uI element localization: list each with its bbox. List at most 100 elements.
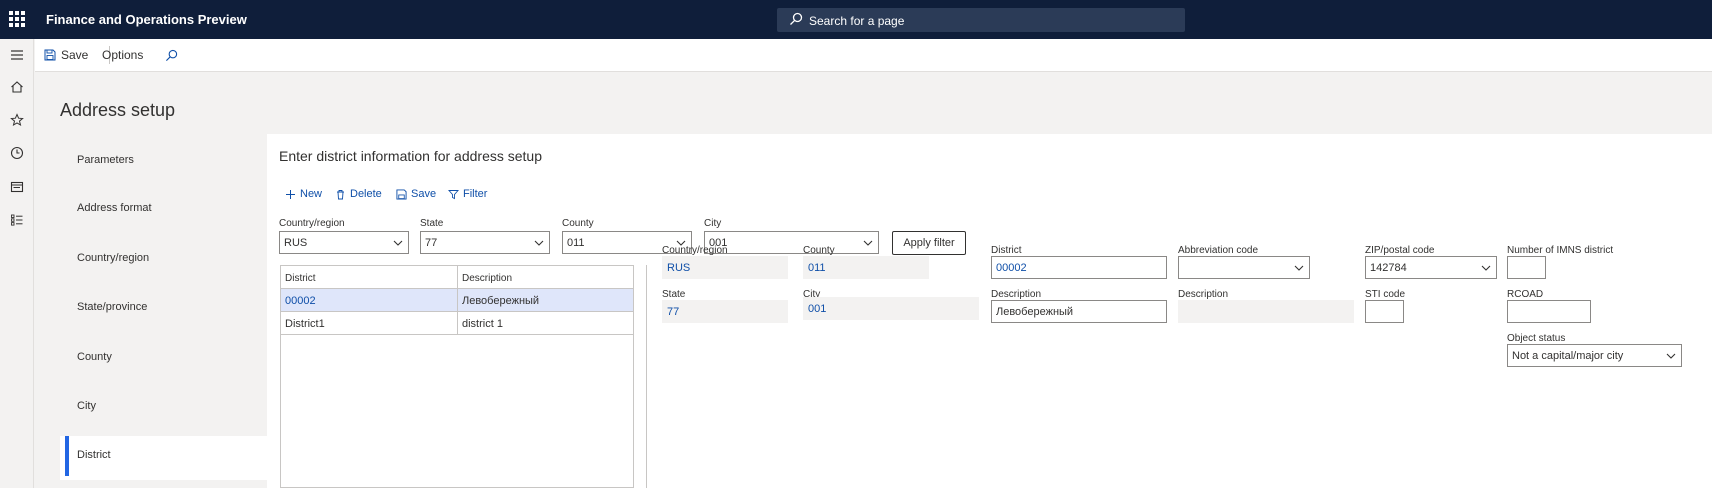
chevron-down-icon — [1666, 353, 1676, 359]
tab-address-format[interactable]: Address format — [77, 202, 152, 214]
tab-city[interactable]: City — [77, 400, 96, 412]
detail-zip-value: 142784 — [1370, 262, 1407, 274]
page-title: Address setup — [60, 100, 176, 120]
row-description: district 1 — [462, 318, 503, 330]
detail-abbreviation-label: Abbreviation code — [1178, 245, 1259, 256]
detail-zip-select[interactable]: 142784 — [1365, 256, 1497, 279]
filter-state-select[interactable]: 77 — [420, 231, 550, 254]
detail-county-value[interactable]: 011 — [808, 262, 826, 274]
column-header-district[interactable]: District — [285, 273, 316, 284]
column-header-description[interactable]: Description — [462, 273, 512, 284]
row-district: 00002 — [285, 295, 316, 307]
content-panel: Enter district information for address s… — [267, 134, 1712, 488]
modules-list-icon[interactable] — [10, 213, 24, 227]
filter-country-value: RUS — [284, 237, 308, 249]
app-launcher-icon[interactable] — [9, 11, 25, 27]
detail-zip-label: ZIP/postal code — [1365, 245, 1435, 256]
new-button[interactable]: New — [285, 186, 322, 202]
tab-parameters[interactable]: Parameters — [77, 154, 134, 166]
detail-description2-field — [1178, 300, 1354, 323]
filter-city-label: City — [704, 218, 722, 229]
recent-clock-icon[interactable] — [10, 146, 24, 160]
detail-district-input[interactable]: 00002 — [991, 256, 1167, 279]
action-search-button[interactable] — [165, 39, 178, 71]
tab-country-region[interactable]: Country/region — [77, 252, 149, 264]
filter-button[interactable]: Filter — [448, 186, 487, 202]
grid-save-label: Save — [411, 188, 437, 200]
search-placeholder: Search for a page — [809, 14, 905, 28]
chevron-down-icon — [1294, 265, 1304, 271]
filter-state-value: 77 — [425, 237, 438, 249]
filter-city-select[interactable]: 001 — [704, 231, 879, 254]
top-bar: Finance and Operations Preview Search fo… — [0, 0, 1712, 39]
new-label: New — [300, 188, 323, 200]
filter-icon — [448, 189, 459, 199]
app-title[interactable]: Finance and Operations Preview — [46, 12, 247, 27]
filter-county-label: County — [562, 218, 594, 229]
column-divider — [457, 266, 458, 335]
detail-country-field: RUS — [662, 256, 788, 279]
filter-county-value: 011 — [567, 237, 585, 249]
detail-imns-label: Number of IMNS district — [1507, 245, 1614, 256]
options-label: Options — [102, 48, 144, 62]
tab-district[interactable]: District — [77, 449, 111, 461]
chevron-down-icon — [393, 240, 403, 246]
save-icon — [44, 49, 56, 61]
plus-icon — [286, 189, 295, 199]
workspaces-icon[interactable] — [10, 180, 24, 194]
chevron-down-icon — [534, 240, 544, 246]
row-description: Левобережный — [462, 295, 540, 307]
filter-label: Filter — [463, 188, 488, 200]
detail-description2-label: Description — [1178, 289, 1229, 300]
tab-county[interactable]: County — [77, 351, 112, 363]
filter-state-label: State — [420, 218, 444, 229]
tab-state-province[interactable]: State/province — [77, 301, 147, 313]
vertical-tab-list: Parameters Address format Country/region… — [60, 134, 267, 488]
options-button[interactable]: Options — [102, 39, 143, 71]
trash-icon — [337, 189, 344, 199]
detail-state-field: 77 — [662, 300, 788, 323]
detail-state-value[interactable]: 77 — [667, 306, 679, 318]
panel-divider — [646, 265, 647, 488]
grid-save-button[interactable]: Save — [396, 186, 436, 202]
detail-imns-input[interactable] — [1507, 256, 1546, 279]
save-icon — [396, 188, 407, 200]
row-district: District1 — [285, 318, 325, 330]
detail-city-value[interactable]: 001 — [808, 303, 826, 315]
detail-district-label: District — [991, 245, 1022, 256]
detail-country-label: Country/region — [662, 245, 728, 256]
chevron-down-icon — [863, 240, 873, 246]
search-box[interactable]: Search for a page — [777, 8, 1185, 32]
save-label: Save — [61, 48, 89, 62]
selected-tab-indicator — [65, 436, 69, 476]
favorites-star-icon[interactable] — [10, 113, 24, 127]
detail-sti-input[interactable] — [1365, 300, 1404, 323]
delete-button[interactable]: Delete — [335, 186, 382, 202]
district-grid: District Description 00002 Левобережный … — [280, 265, 634, 488]
hamburger-icon[interactable] — [10, 48, 24, 62]
detail-county-label: County — [803, 245, 835, 256]
detail-rcoad-input[interactable] — [1507, 300, 1591, 323]
detail-object-status-select[interactable]: Not a capital/major city — [1507, 344, 1682, 367]
chevron-down-icon — [1481, 265, 1491, 271]
search-icon — [165, 49, 178, 61]
filter-country-label: Country/region — [279, 218, 345, 229]
detail-country-value[interactable]: RUS — [667, 262, 690, 274]
detail-object-status-label: Object status — [1507, 333, 1566, 344]
detail-state-label: State — [662, 289, 686, 300]
home-icon[interactable] — [10, 80, 24, 94]
apply-filter-button[interactable]: Apply filter — [892, 231, 966, 255]
detail-abbreviation-select[interactable] — [1178, 256, 1310, 279]
detail-district-value: 00002 — [996, 262, 1027, 274]
section-heading: Enter district information for address s… — [279, 148, 543, 164]
save-button[interactable]: Save — [44, 39, 88, 71]
filter-country-select[interactable]: RUS — [279, 231, 409, 254]
detail-county-field: 011 — [803, 256, 929, 279]
detail-description-value: Левобережный — [996, 306, 1074, 318]
navigation-rail — [0, 39, 34, 488]
detail-description-input[interactable]: Левобережный — [991, 300, 1167, 323]
action-bar: Save Options — [35, 39, 1712, 72]
detail-description-label: Description — [991, 289, 1042, 300]
detail-rcoad-label: RCOAD — [1507, 289, 1544, 300]
detail-object-status-value: Not a capital/major city — [1512, 350, 1624, 362]
